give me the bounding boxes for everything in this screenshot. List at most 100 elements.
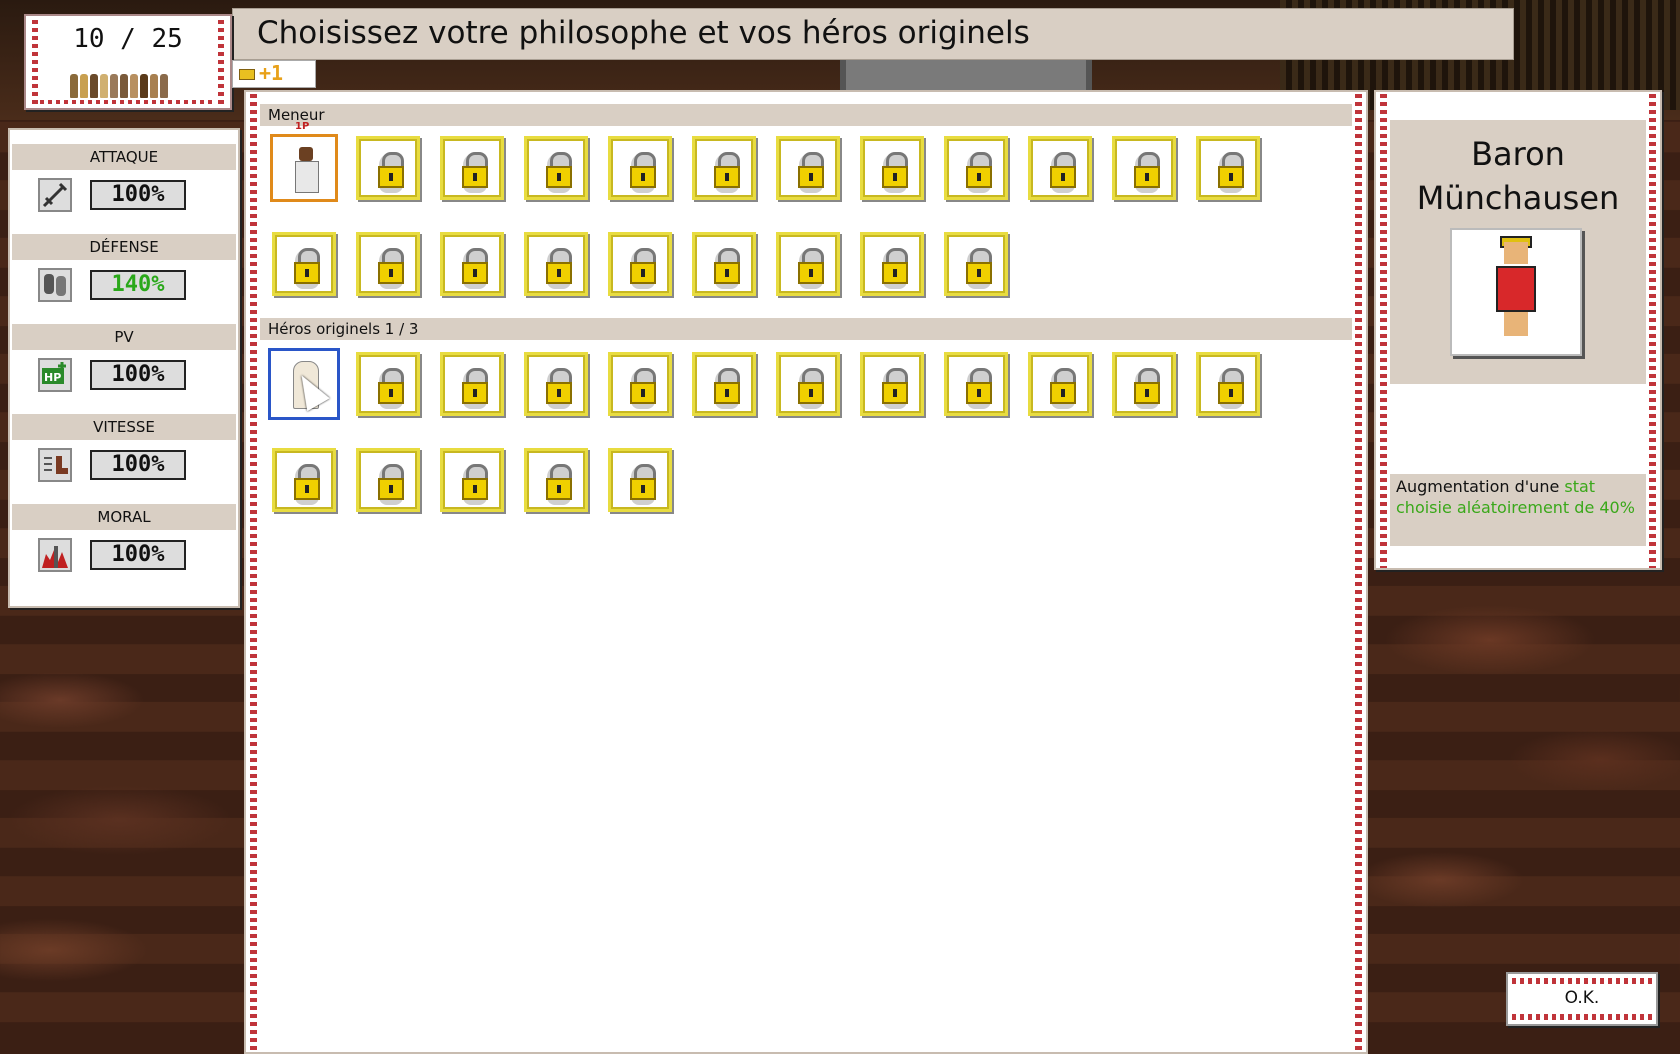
hero-counter: 10 / 25	[24, 14, 232, 110]
stat-label-defense: DÉFENSE	[12, 234, 236, 260]
locked-slot[interactable]	[1028, 352, 1092, 416]
player-badge: 1P	[295, 121, 310, 132]
leader-slot-selected[interactable]: 1P	[270, 121, 338, 202]
locked-slot[interactable]	[272, 232, 336, 296]
hero-count: 10 / 25	[73, 24, 183, 54]
locked-slot[interactable]	[524, 352, 588, 416]
lock-icon	[462, 166, 488, 188]
locked-slot[interactable]	[356, 448, 420, 512]
lock-icon	[462, 478, 488, 500]
locked-slot[interactable]	[860, 352, 924, 416]
locked-slot[interactable]	[692, 352, 756, 416]
lock-icon	[966, 262, 992, 284]
locked-slot[interactable]	[608, 352, 672, 416]
stat-value-hp: 100%	[90, 360, 186, 390]
locked-slot[interactable]	[1196, 352, 1260, 416]
portrait-legs	[1504, 312, 1528, 336]
locked-slot[interactable]	[944, 136, 1008, 200]
meander-border	[250, 94, 257, 1052]
hero-slot-selected[interactable]	[268, 348, 340, 420]
locked-slot[interactable]	[356, 136, 420, 200]
locked-slot[interactable]	[440, 136, 504, 200]
locked-slot[interactable]	[440, 352, 504, 416]
locked-slot[interactable]	[776, 352, 840, 416]
stat-label-speed: VITESSE	[12, 414, 236, 440]
leader-robe	[295, 161, 319, 193]
lock-icon	[630, 382, 656, 404]
locked-slot[interactable]	[692, 232, 756, 296]
hero-mini-icon	[140, 74, 148, 98]
section-heroes-header: Héros originels 1 / 3	[260, 318, 1352, 340]
lock-icon	[546, 166, 572, 188]
lock-icon	[882, 382, 908, 404]
lock-icon	[546, 382, 572, 404]
lock-icon	[1218, 166, 1244, 188]
hero-mini-icon	[110, 74, 118, 98]
locked-slot[interactable]	[608, 232, 672, 296]
locked-slot[interactable]	[440, 232, 504, 296]
lock-icon	[378, 478, 404, 500]
locked-slot[interactable]	[608, 136, 672, 200]
meander-border	[1512, 1014, 1652, 1020]
locked-slot[interactable]	[860, 232, 924, 296]
stat-label-hp: PV	[12, 324, 236, 350]
hero-roster-icons	[70, 74, 168, 98]
hero-mini-icon	[120, 74, 128, 98]
locked-slot[interactable]	[944, 352, 1008, 416]
lock-icon	[378, 262, 404, 284]
portrait-head	[1504, 242, 1528, 264]
hero-mini-icon	[70, 74, 78, 98]
section-leader-header: Meneur	[260, 104, 1352, 126]
page-title: Choisissez votre philosophe et vos héros…	[257, 15, 1030, 51]
locked-slot[interactable]	[1112, 136, 1176, 200]
locked-slot[interactable]	[1028, 136, 1092, 200]
lock-icon	[378, 382, 404, 404]
stat-label-morale: MORAL	[12, 504, 236, 530]
locked-slot[interactable]	[524, 448, 588, 512]
locked-slot[interactable]	[1196, 136, 1260, 200]
lock-icon	[1134, 382, 1160, 404]
meander-border	[40, 100, 216, 104]
bonus-badge: +1	[232, 60, 316, 88]
ok-button-label: O.K.	[1564, 988, 1600, 1008]
locked-slot[interactable]	[944, 232, 1008, 296]
lock-icon	[378, 166, 404, 188]
locked-slot[interactable]	[1112, 352, 1176, 416]
ok-button[interactable]: O.K.	[1506, 972, 1658, 1026]
hero-mini-icon	[130, 74, 138, 98]
lock-icon	[630, 262, 656, 284]
stat-value-defense: 140%	[90, 270, 186, 300]
lock-icon	[1050, 382, 1076, 404]
locked-slot[interactable]	[860, 136, 924, 200]
lock-icon	[630, 166, 656, 188]
boot-icon	[38, 448, 72, 482]
lock-icon	[462, 262, 488, 284]
stat-value-morale: 100%	[90, 540, 186, 570]
lock-icon	[294, 262, 320, 284]
hero-mini-icon	[90, 74, 98, 98]
locked-slot[interactable]	[776, 232, 840, 296]
locked-slot[interactable]	[272, 448, 336, 512]
locked-slot[interactable]	[692, 136, 756, 200]
locked-slot[interactable]	[524, 232, 588, 296]
lock-icon	[714, 166, 740, 188]
locked-slot[interactable]	[776, 136, 840, 200]
locked-slot[interactable]	[524, 136, 588, 200]
lock-icon	[882, 166, 908, 188]
morale-icon	[38, 538, 72, 572]
title-bar: Choisissez votre philosophe et vos héros…	[232, 8, 1514, 60]
locked-slot[interactable]	[356, 232, 420, 296]
locked-slot[interactable]	[440, 448, 504, 512]
leader-head	[299, 147, 313, 161]
locked-slot[interactable]	[608, 448, 672, 512]
lock-icon	[1050, 166, 1076, 188]
lock-icon	[546, 262, 572, 284]
lock-icon	[462, 382, 488, 404]
hero-mini-icon	[100, 74, 108, 98]
meander-border	[1355, 94, 1362, 1052]
meander-border	[1512, 978, 1652, 984]
locked-slot[interactable]	[356, 352, 420, 416]
portrait-toga	[1496, 266, 1536, 312]
description-text: Augmentation d'une	[1396, 477, 1565, 496]
lock-icon	[714, 382, 740, 404]
